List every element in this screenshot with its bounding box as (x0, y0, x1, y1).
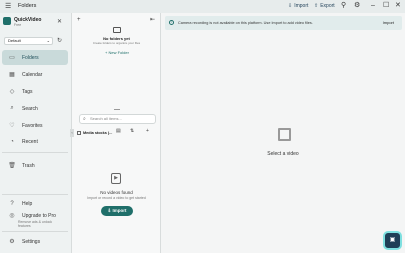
menu-icon[interactable]: ☰ (5, 3, 12, 10)
select-video-label: Select a video (267, 151, 299, 157)
panel-resize-handle[interactable] (114, 109, 120, 110)
close-icon[interactable]: ✕ (395, 2, 401, 10)
window-title: Folders (18, 3, 37, 9)
title-bar: ☰ Folders ⇩ Import ⇧ Export ⚲ ⚙ – ☐ ✕ (0, 0, 405, 13)
add-video-icon[interactable]: + (146, 128, 149, 134)
export-icon: ⇧ (314, 3, 319, 9)
maximize-icon[interactable]: ☐ (383, 2, 389, 10)
folder-icon: ▭ (9, 55, 15, 61)
new-folder-button[interactable]: + New Folder (105, 50, 129, 55)
sidebar: QuickVideo Free ✕ Default ⌄ ↻ ▭ Folders … (0, 13, 72, 253)
sidebar-divider (2, 152, 68, 153)
profile-select[interactable]: Default ⌄ (4, 37, 53, 45)
upgrade-subtitle: Remove ads & unlock features (18, 220, 53, 228)
sidebar-divider (2, 231, 68, 232)
export-button[interactable]: ⇧ Export (314, 3, 335, 9)
gear-icon: ⚙ (9, 239, 15, 245)
sidebar-item-search[interactable]: ⌕ Search (2, 101, 68, 116)
import-video-button[interactable]: ⇩ Import (101, 206, 133, 216)
no-videos-subtitle: Import or record a video to get started (87, 196, 146, 200)
calendar-icon: ▦ (9, 72, 15, 78)
import-icon: ⇩ (288, 3, 293, 9)
media-source-label[interactable]: Media stocks (... (83, 131, 112, 135)
banner-message: Camera recording is not available on thi… (178, 21, 313, 25)
select-all-checkbox[interactable] (77, 131, 81, 135)
help-icon: ? (10, 200, 14, 207)
folders-videos-panel: + ⇤ No folders yet Create folders to org… (72, 13, 161, 253)
refresh-icon[interactable]: ↻ (57, 37, 62, 45)
record-icon: ▣ (389, 237, 396, 243)
app-logo (3, 17, 11, 25)
chevron-down-icon: ⌄ (46, 38, 50, 43)
banner-import-button[interactable]: Import (383, 20, 394, 25)
heart-icon: ♡ (9, 123, 15, 129)
sidebar-divider (2, 194, 68, 195)
trash-icon: 🗑 (8, 163, 16, 169)
pin-icon[interactable]: ⚲ (341, 2, 346, 10)
grid-view-icon[interactable]: ▤ (116, 128, 121, 134)
sidebar-item-trash[interactable]: 🗑 Trash (2, 158, 68, 173)
upgrade-icon: ◎ (9, 213, 15, 219)
sidebar-item-upgrade[interactable]: ◎ Upgrade to Pro (2, 211, 68, 220)
add-icon[interactable]: + (77, 17, 81, 23)
video-placeholder-icon (278, 128, 291, 141)
minimize-icon[interactable]: – (371, 2, 375, 10)
import-icon: ⇩ (107, 208, 112, 213)
close-sidebar-icon[interactable]: ✕ (57, 19, 62, 25)
video-icon: ▶ (111, 173, 121, 184)
sidebar-item-folders[interactable]: ▭ Folders (2, 50, 68, 65)
sidebar-item-favorites[interactable]: ♡ Favorites (2, 118, 68, 133)
info-banner: i Camera recording is not available on t… (165, 16, 402, 30)
search-input[interactable]: ⌕ Search all items... (79, 114, 156, 124)
no-folders-subtitle: Create folders to organize your files (92, 41, 141, 45)
info-icon: i (169, 20, 174, 25)
gear-icon[interactable]: ⚙ (354, 2, 360, 10)
sidebar-item-tags[interactable]: ◇ Tags (2, 84, 68, 99)
folder-icon (113, 27, 121, 33)
no-videos-title: No videos found (100, 190, 133, 195)
import-button[interactable]: ⇩ Import (288, 3, 308, 9)
search-icon: ⌕ (10, 105, 14, 111)
plus-icon: + (105, 50, 108, 55)
collapse-panel-icon[interactable]: ⇤ (150, 17, 155, 23)
sidebar-item-settings[interactable]: ⚙ Settings (2, 234, 68, 249)
floating-action-button[interactable]: ▣ (383, 231, 402, 250)
collapse-sidebar-tab[interactable]: ‹ (70, 129, 74, 137)
sidebar-item-calendar[interactable]: ▦ Calendar (2, 67, 68, 82)
clock-icon: ◔ (10, 138, 14, 145)
sidebar-item-recent[interactable]: ◔ Recent (2, 134, 68, 149)
search-icon: ⌕ (83, 116, 86, 122)
sort-icon[interactable]: ⇅ (130, 128, 134, 134)
tag-icon: ◇ (9, 89, 15, 95)
sidebar-item-help[interactable]: ? Help (2, 196, 68, 211)
app-plan: Free (14, 23, 22, 27)
